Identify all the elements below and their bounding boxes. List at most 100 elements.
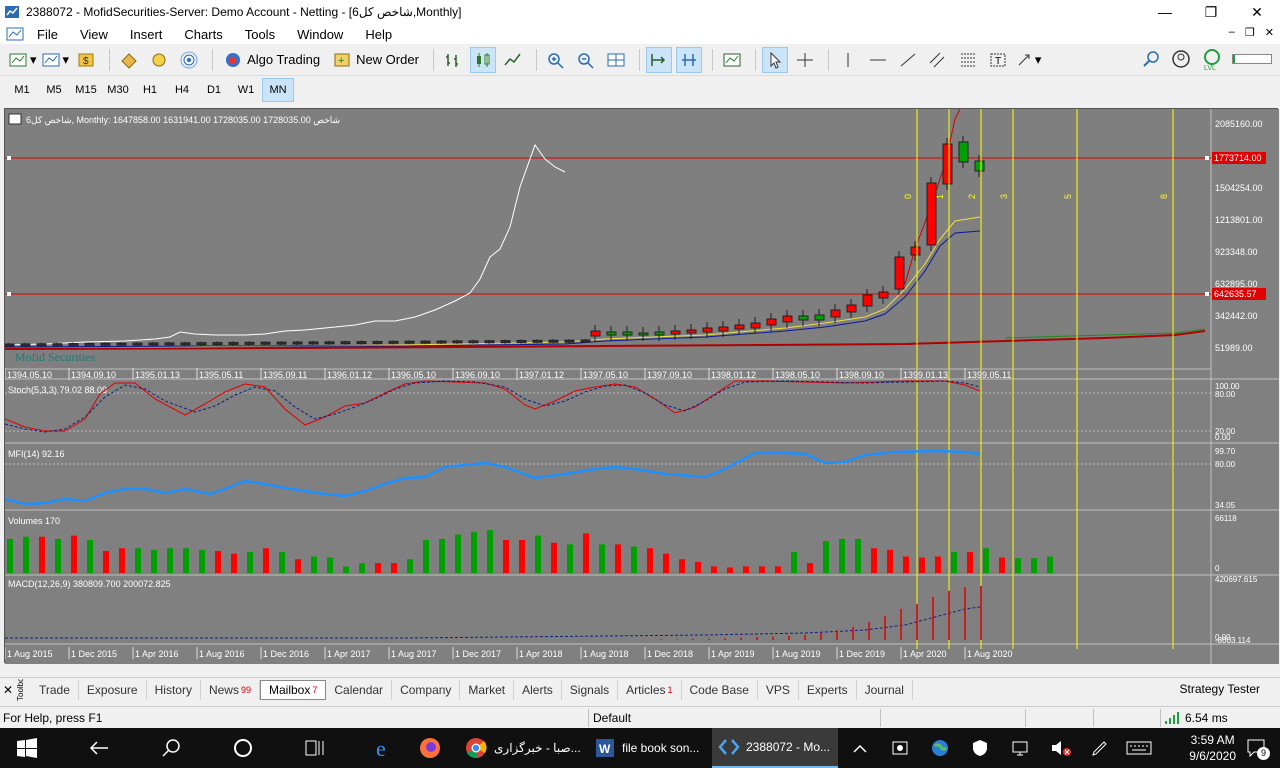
bar-chart-button[interactable] bbox=[440, 47, 466, 73]
fibonacci-button[interactable] bbox=[955, 47, 981, 73]
mdi-minimize-button[interactable]: – bbox=[1229, 26, 1235, 39]
signal-button[interactable] bbox=[176, 47, 202, 73]
chart-window[interactable]: شاخص کل6, Monthly: 1647858.00 1631941.00… bbox=[4, 108, 1279, 664]
clock[interactable]: 3:59 AM 9/6/2020 bbox=[1189, 732, 1236, 764]
taskbar-word[interactable]: W file book son... bbox=[590, 728, 710, 768]
menu-view[interactable]: View bbox=[69, 27, 119, 42]
profiles-button[interactable]: ▾ bbox=[41, 47, 69, 73]
tab-company[interactable]: Company bbox=[392, 679, 461, 700]
tab-mailbox[interactable]: Mailbox 7 bbox=[259, 679, 327, 700]
horizontal-line-button[interactable] bbox=[865, 47, 891, 73]
windows-start-icon[interactable] bbox=[16, 738, 38, 758]
menu-window[interactable]: Window bbox=[286, 27, 354, 42]
vertical-line-button[interactable] bbox=[835, 47, 861, 73]
keyboard-icon[interactable] bbox=[1126, 740, 1152, 756]
timeframe-d1[interactable]: D1 bbox=[198, 78, 230, 102]
show-hidden-icons[interactable] bbox=[852, 742, 868, 754]
pen-icon[interactable] bbox=[1090, 738, 1110, 758]
tab-trade[interactable]: Trade bbox=[31, 679, 79, 700]
timeframe-m5[interactable]: M5 bbox=[38, 78, 70, 102]
menu-charts[interactable]: Charts bbox=[173, 27, 233, 42]
timeframe-h1[interactable]: H1 bbox=[134, 78, 166, 102]
taskbar-metatrader[interactable]: 2388072 - Mo... bbox=[712, 728, 838, 768]
tab-exposure[interactable]: Exposure bbox=[79, 679, 147, 700]
tab-signals[interactable]: Signals bbox=[562, 679, 619, 700]
menu-insert[interactable]: Insert bbox=[119, 27, 174, 42]
mdi-close-button[interactable]: ✕ bbox=[1265, 26, 1274, 39]
zoom-in-button[interactable] bbox=[543, 47, 569, 73]
strategy-tester-button[interactable]: Strategy Tester bbox=[1180, 682, 1260, 696]
arrows-button[interactable]: ▾ bbox=[1015, 47, 1041, 73]
navigator-button[interactable] bbox=[146, 47, 172, 73]
tab-market[interactable]: Market bbox=[460, 679, 515, 700]
cortana-icon[interactable] bbox=[233, 738, 253, 758]
minimize-button[interactable]: — bbox=[1142, 0, 1188, 24]
menu-help[interactable]: Help bbox=[354, 27, 403, 42]
line-chart-button[interactable] bbox=[500, 47, 526, 73]
hline-handle[interactable] bbox=[1205, 292, 1209, 296]
back-icon[interactable] bbox=[88, 740, 110, 756]
candlestick-button[interactable] bbox=[469, 46, 496, 73]
hline-handle[interactable] bbox=[7, 292, 11, 296]
timeframe-m30[interactable]: M30 bbox=[102, 78, 134, 102]
tab-journal[interactable]: Journal bbox=[857, 679, 913, 700]
menu-tools[interactable]: Tools bbox=[234, 27, 286, 42]
close-button[interactable]: ✕ bbox=[1234, 0, 1280, 24]
search-icon[interactable] bbox=[1142, 49, 1162, 69]
toolbox-close-icon[interactable]: ✕ bbox=[0, 683, 16, 697]
tab-history[interactable]: History bbox=[147, 679, 201, 700]
hline-handle[interactable] bbox=[1205, 156, 1209, 160]
tab-calendar[interactable]: Calendar bbox=[326, 679, 393, 700]
level-icon[interactable]: LVL bbox=[1200, 47, 1224, 71]
auto-scroll-button[interactable] bbox=[645, 46, 672, 73]
data-window-button[interactable] bbox=[116, 47, 142, 73]
timeframe-m15[interactable]: M15 bbox=[70, 78, 102, 102]
tab-vps[interactable]: VPS bbox=[758, 679, 799, 700]
new-chart-button[interactable]: ▾ bbox=[8, 47, 37, 73]
edge-icon[interactable]: e bbox=[374, 736, 398, 760]
volume-bar bbox=[439, 538, 445, 573]
cursor-button[interactable] bbox=[761, 46, 788, 73]
menu-file[interactable]: File bbox=[26, 27, 69, 42]
price-line-label: 1773714.00 bbox=[1214, 153, 1262, 163]
tile-windows-button[interactable] bbox=[603, 47, 629, 73]
taskbar-chrome[interactable]: صبا - خبرگزاری... bbox=[460, 728, 588, 768]
equidistant-channel-button[interactable] bbox=[925, 47, 951, 73]
chart-canvas[interactable]: شاخص کل6, Monthly: 1647858.00 1631941.00… bbox=[5, 109, 1279, 664]
timeframe-m1[interactable]: M1 bbox=[6, 78, 38, 102]
timeframe-mn[interactable]: MN bbox=[262, 78, 294, 102]
globe-icon[interactable] bbox=[930, 738, 950, 758]
mdi-restore-button[interactable]: ❐ bbox=[1245, 26, 1255, 39]
maximize-button[interactable]: ❐ bbox=[1188, 0, 1234, 24]
task-view-icon[interactable] bbox=[304, 738, 326, 758]
tab-experts[interactable]: Experts bbox=[799, 679, 857, 700]
security-icon[interactable] bbox=[970, 738, 990, 758]
algo-trading-button[interactable]: Algo Trading bbox=[219, 47, 324, 73]
notification-center[interactable]: 9 bbox=[1246, 738, 1270, 760]
network-icon[interactable] bbox=[1010, 738, 1030, 758]
tab-alerts[interactable]: Alerts bbox=[514, 679, 562, 700]
tray-app-icon[interactable] bbox=[890, 738, 910, 758]
chart-window-icon[interactable] bbox=[6, 26, 26, 42]
timeframe-h4[interactable]: H4 bbox=[166, 78, 198, 102]
volume-muted-icon[interactable] bbox=[1050, 738, 1072, 758]
text-tool-button[interactable]: T bbox=[985, 47, 1011, 73]
tab-articles[interactable]: Articles 1 bbox=[618, 679, 682, 700]
zoom-out-button[interactable] bbox=[573, 47, 599, 73]
candle bbox=[100, 342, 111, 346]
trendline-button[interactable] bbox=[895, 47, 921, 73]
volume-bar bbox=[471, 531, 477, 573]
new-order-button[interactable]: + New Order bbox=[328, 47, 423, 73]
tab-code-base[interactable]: Code Base bbox=[682, 679, 758, 700]
templates-button[interactable] bbox=[719, 47, 745, 73]
tab-news[interactable]: News 99 bbox=[201, 679, 260, 700]
timeframe-w1[interactable]: W1 bbox=[230, 78, 262, 102]
chart-header-icon bbox=[8, 113, 22, 125]
chart-shift-button[interactable] bbox=[675, 46, 702, 73]
hline-handle[interactable] bbox=[7, 156, 11, 160]
search-icon[interactable] bbox=[162, 738, 182, 758]
market-watch-button[interactable]: $ bbox=[73, 47, 99, 73]
crosshair-button[interactable] bbox=[792, 47, 818, 73]
firefox-icon[interactable] bbox=[418, 736, 442, 760]
account-icon[interactable] bbox=[1170, 48, 1192, 70]
